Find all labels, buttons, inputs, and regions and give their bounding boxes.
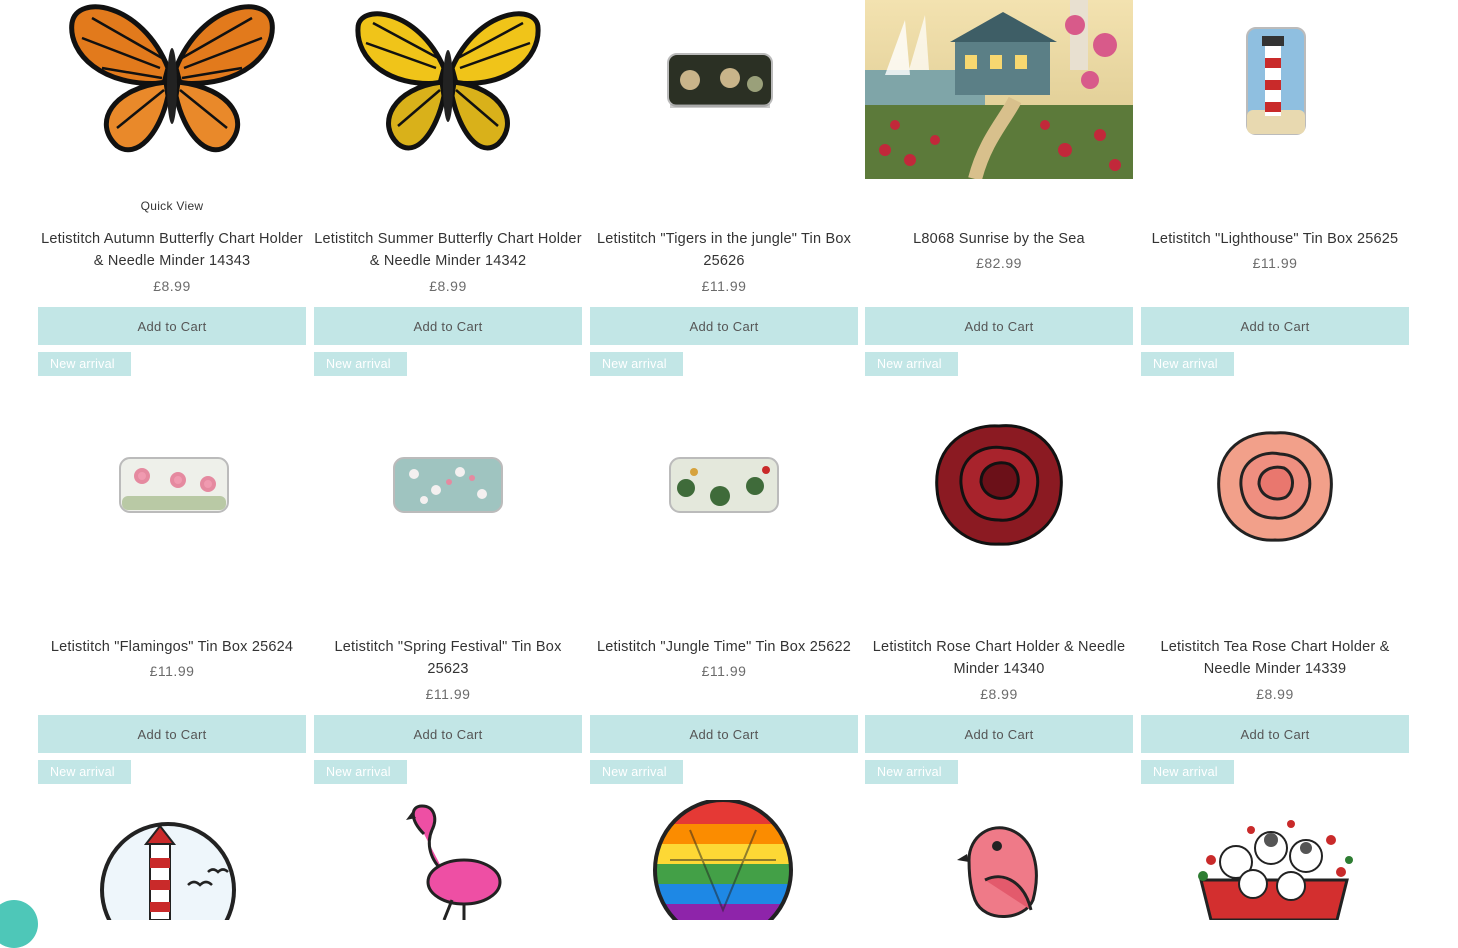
new-arrival-ribbon: New arrival <box>865 352 958 376</box>
new-arrival-ribbon: New arrival <box>314 760 407 784</box>
new-arrival-ribbon: New arrival <box>590 352 683 376</box>
add-to-cart-button[interactable]: Add to Cart <box>865 307 1133 345</box>
product-card[interactable]: Letistitch Summer Butterfly Chart Holder… <box>314 0 582 380</box>
product-image-orange-butterfly[interactable] <box>38 0 306 180</box>
product-image-tigers-tin[interactable] <box>590 0 858 180</box>
product-card[interactable]: Letistitch "Lighthouse" Tin Box 25625 £1… <box>1141 0 1409 380</box>
new-arrival-ribbon: New arrival <box>38 760 131 784</box>
product-price: £8.99 <box>429 278 467 294</box>
product-title[interactable]: Letistitch "Flamingos" Tin Box 25624 <box>38 636 306 658</box>
product-image-red-rose-pin[interactable] <box>865 408 1133 588</box>
product-image-lighthouse-round-pin[interactable] <box>38 800 306 920</box>
product-card[interactable]: Letistitch Rose Chart Holder & Needle Mi… <box>865 408 1133 788</box>
new-arrival-ribbon: New arrival <box>590 760 683 784</box>
product-card[interactable] <box>38 800 306 920</box>
product-image-sunrise-painting[interactable] <box>865 0 1133 179</box>
add-to-cart-button[interactable]: Add to Cart <box>38 715 306 753</box>
product-title[interactable]: Letistitch "Tigers in the jungle" Tin Bo… <box>590 228 858 272</box>
product-price: £11.99 <box>701 278 747 294</box>
product-image-jungle-time-tin[interactable] <box>590 408 858 588</box>
product-title[interactable]: Letistitch "Lighthouse" Tin Box 25625 <box>1141 228 1409 250</box>
product-image-cats-teacup-pin[interactable] <box>1141 800 1409 920</box>
add-to-cart-button[interactable]: Add to Cart <box>865 715 1133 753</box>
product-image-hot-air-balloon-pin[interactable] <box>590 800 858 920</box>
product-image-yellow-butterfly[interactable] <box>314 0 582 180</box>
product-price: £11.99 <box>425 686 471 702</box>
add-to-cart-button[interactable]: Add to Cart <box>314 307 582 345</box>
product-card[interactable]: Letistitch "Flamingos" Tin Box 25624 £11… <box>38 408 306 788</box>
product-price: £11.99 <box>149 663 195 679</box>
product-card[interactable] <box>865 800 1133 920</box>
product-image-flamingo-pin[interactable] <box>314 800 582 920</box>
product-price: £8.99 <box>980 686 1018 702</box>
product-title[interactable]: Letistitch Autumn Butterfly Chart Holder… <box>38 228 306 272</box>
product-price: £11.99 <box>1252 255 1298 271</box>
product-price: £8.99 <box>1256 686 1294 702</box>
product-title[interactable]: Letistitch Tea Rose Chart Holder & Needl… <box>1141 636 1409 680</box>
product-image-pink-rose-pin[interactable] <box>1141 408 1409 588</box>
product-card[interactable]: Letistitch Tea Rose Chart Holder & Needl… <box>1141 408 1409 788</box>
new-arrival-ribbon: New arrival <box>314 352 407 376</box>
add-to-cart-button[interactable]: Add to Cart <box>1141 715 1409 753</box>
product-title[interactable]: Letistitch Rose Chart Holder & Needle Mi… <box>865 636 1133 680</box>
product-card[interactable]: Quick View Letistitch Autumn Butterfly C… <box>38 0 306 380</box>
chat-widget-button[interactable] <box>0 900 38 948</box>
product-card[interactable] <box>590 800 858 920</box>
product-image-lighthouse-tin[interactable] <box>1141 0 1409 180</box>
add-to-cart-button[interactable]: Add to Cart <box>590 307 858 345</box>
add-to-cart-button[interactable]: Add to Cart <box>314 715 582 753</box>
product-card[interactable]: Letistitch "Jungle Time" Tin Box 25622 £… <box>590 408 858 788</box>
product-card[interactable]: L8068 Sunrise by the Sea £82.99 Add to C… <box>865 0 1133 380</box>
add-to-cart-button[interactable]: Add to Cart <box>1141 307 1409 345</box>
new-arrival-ribbon: New arrival <box>1141 760 1234 784</box>
new-arrival-ribbon: New arrival <box>865 760 958 784</box>
add-to-cart-button[interactable]: Add to Cart <box>38 307 306 345</box>
product-title[interactable]: Letistitch "Spring Festival" Tin Box 256… <box>314 636 582 680</box>
product-card[interactable]: Letistitch "Tigers in the jungle" Tin Bo… <box>590 0 858 380</box>
product-card[interactable] <box>1141 800 1409 920</box>
product-card[interactable]: Letistitch "Spring Festival" Tin Box 256… <box>314 408 582 788</box>
product-image-pink-bird-pin[interactable] <box>865 800 1133 920</box>
product-price: £8.99 <box>153 278 191 294</box>
add-to-cart-button[interactable]: Add to Cart <box>590 715 858 753</box>
product-card[interactable] <box>314 800 582 920</box>
product-title[interactable]: L8068 Sunrise by the Sea <box>865 228 1133 250</box>
product-image-flamingos-tin[interactable] <box>38 408 306 588</box>
product-price: £11.99 <box>701 663 747 679</box>
product-price: £82.99 <box>976 255 1022 271</box>
product-title[interactable]: Letistitch "Jungle Time" Tin Box 25622 <box>590 636 858 658</box>
new-arrival-ribbon: New arrival <box>1141 352 1234 376</box>
new-arrival-ribbon: New arrival <box>38 352 131 376</box>
product-image-spring-festival-tin[interactable] <box>314 408 582 588</box>
product-title[interactable]: Letistitch Summer Butterfly Chart Holder… <box>314 228 582 272</box>
quick-view-link[interactable]: Quick View <box>38 199 306 213</box>
